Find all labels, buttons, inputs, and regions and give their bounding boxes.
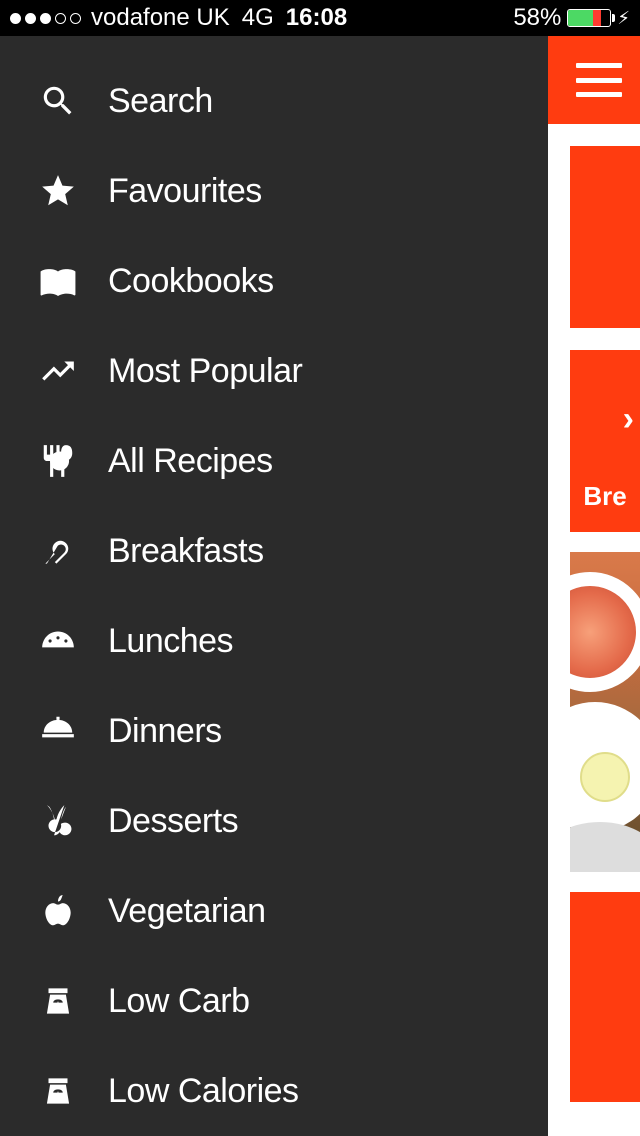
whisk-icon <box>28 532 88 570</box>
menu-item-all-recipes[interactable]: All Recipes <box>0 416 548 506</box>
menu-item-favourites[interactable]: Favourites <box>0 146 548 236</box>
trending-icon <box>28 352 88 390</box>
taco-icon <box>28 622 88 660</box>
menu-item-low-carb[interactable]: Low Carb <box>0 956 548 1046</box>
scale-icon <box>28 982 88 1020</box>
menu-label: Favourites <box>108 172 262 211</box>
content-card[interactable] <box>570 146 640 328</box>
food-image <box>570 822 640 872</box>
card-label: Bre <box>583 481 626 512</box>
food-image <box>570 572 640 692</box>
status-bar: vodafone UK 4G 16:08 58% ⚡︎ <box>0 0 640 36</box>
search-icon <box>28 82 88 120</box>
side-drawer: Search Favourites Cookbooks Most Popular <box>0 36 548 1136</box>
top-bar <box>548 36 640 124</box>
menu-item-low-calories[interactable]: Low Calories <box>0 1046 548 1136</box>
menu-item-cookbooks[interactable]: Cookbooks <box>0 236 548 326</box>
battery-icon <box>567 9 611 27</box>
cherries-icon <box>28 802 88 840</box>
clock-label: 16:08 <box>286 4 347 32</box>
menu-label: Vegetarian <box>108 892 266 931</box>
book-icon <box>28 262 88 300</box>
scale-icon <box>28 1072 88 1110</box>
content-card[interactable]: › Bre <box>570 350 640 532</box>
apple-icon <box>28 892 88 930</box>
star-icon <box>28 172 88 210</box>
menu-label: Low Carb <box>108 982 250 1021</box>
chevron-right-icon: › <box>623 400 634 439</box>
hamburger-button[interactable] <box>576 63 622 97</box>
content-card[interactable] <box>570 892 640 1102</box>
charging-icon: ⚡︎ <box>617 8 630 29</box>
menu-label: Cookbooks <box>108 262 274 301</box>
food-image <box>580 752 630 802</box>
menu-label: Low Calories <box>108 1072 299 1111</box>
menu-label: Search <box>108 82 213 121</box>
menu-item-vegetarian[interactable]: Vegetarian <box>0 866 548 956</box>
menu-item-dinners[interactable]: Dinners <box>0 686 548 776</box>
menu-label: All Recipes <box>108 442 273 481</box>
cloche-icon <box>28 712 88 750</box>
menu-item-breakfasts[interactable]: Breakfasts <box>0 506 548 596</box>
menu-label: Lunches <box>108 622 233 661</box>
main-content-peek: › Bre Dia diabe it's dia <box>548 36 640 1136</box>
menu-label: Breakfasts <box>108 532 264 571</box>
menu-item-search[interactable]: Search <box>0 56 548 146</box>
menu-item-lunches[interactable]: Lunches <box>0 596 548 686</box>
battery-pct-label: 58% <box>513 4 561 32</box>
network-label: 4G <box>242 4 274 32</box>
signal-strength-icon <box>10 13 81 24</box>
menu-label: Desserts <box>108 802 238 841</box>
menu-label: Dinners <box>108 712 222 751</box>
plate-icon <box>28 442 88 480</box>
menu-label: Most Popular <box>108 352 302 391</box>
content-card[interactable]: Dia diabe it's dia <box>570 552 640 872</box>
menu-item-most-popular[interactable]: Most Popular <box>0 326 548 416</box>
menu-item-desserts[interactable]: Desserts <box>0 776 548 866</box>
carrier-label: vodafone UK <box>91 4 230 32</box>
